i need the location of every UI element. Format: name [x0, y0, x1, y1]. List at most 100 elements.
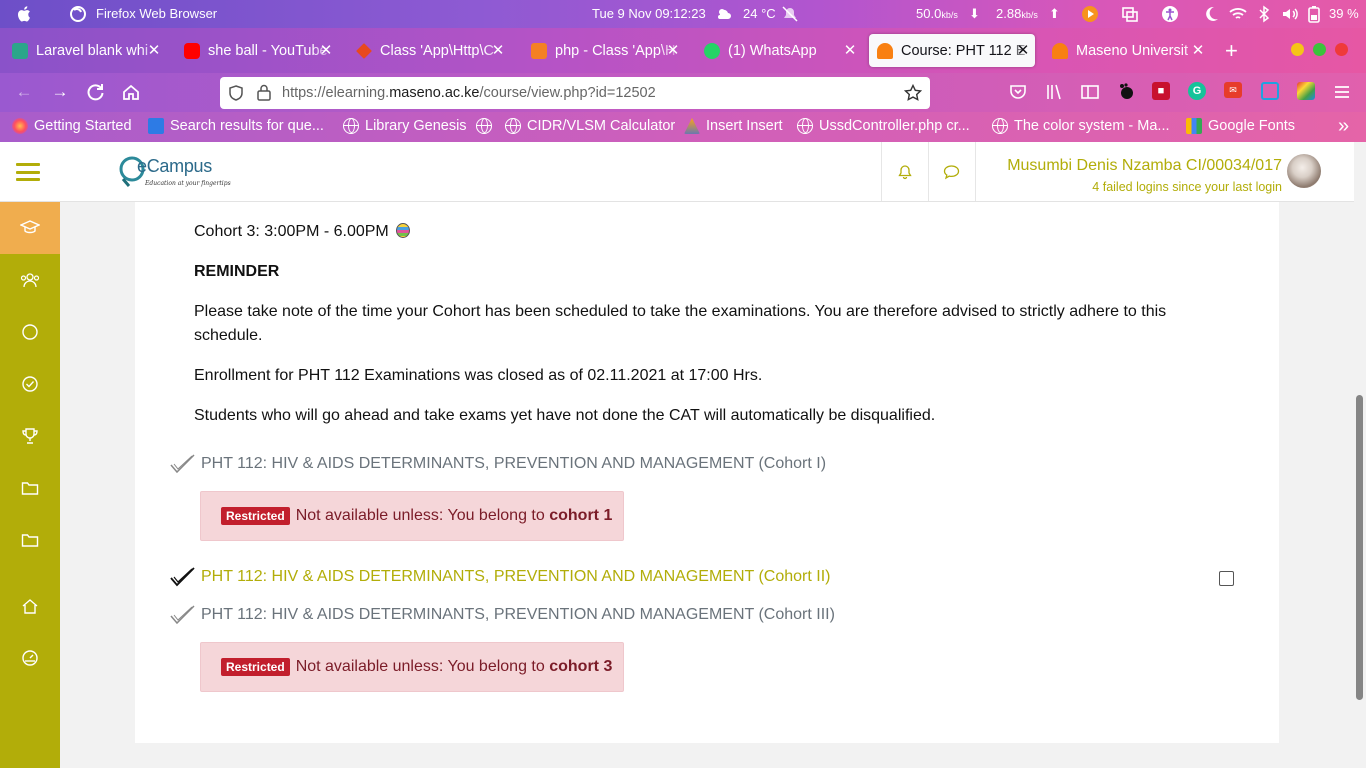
- grammarly-icon[interactable]: G: [1188, 82, 1206, 100]
- screen-share-icon[interactable]: [1121, 5, 1139, 23]
- sidebar-item-dashboard[interactable]: [0, 632, 60, 684]
- home-icon[interactable]: [121, 82, 141, 102]
- bookmark-search-results[interactable]: Search results for que...: [148, 118, 324, 134]
- close-tab-icon[interactable]: ✕: [146, 41, 162, 59]
- bookmark-getting-started[interactable]: Getting Started: [12, 118, 132, 134]
- weather-text[interactable]: 24 °C: [743, 6, 776, 21]
- globe-icon: [797, 118, 813, 134]
- night-mode-icon[interactable]: [1202, 5, 1220, 23]
- notification-bell-icon[interactable]: [897, 164, 913, 180]
- schedule-note: Please take note of the time your Cohort…: [194, 303, 1167, 344]
- url-prefix: https://elearning.: [282, 85, 390, 101]
- battery-icon[interactable]: [1305, 5, 1323, 23]
- tab-youtube[interactable]: she ball - YouTube ✕: [176, 34, 338, 67]
- lock-icon[interactable]: [256, 84, 272, 101]
- sidebar-item-folder-2[interactable]: [0, 514, 60, 566]
- close-tab-icon[interactable]: ✕: [665, 41, 681, 59]
- bookmarks-overflow-icon[interactable]: »: [1338, 115, 1349, 138]
- sidebar-item-participants[interactable]: [0, 254, 60, 306]
- search-results-icon: [148, 118, 164, 134]
- battery-level[interactable]: 39 %: [1329, 6, 1359, 21]
- bookmark-library-genesis[interactable]: Library Genesis: [343, 118, 467, 134]
- restriction-notice-cohort-1: Restricted Not available unless: You bel…: [200, 491, 624, 541]
- sidebar-item-competencies[interactable]: [0, 358, 60, 410]
- media-play-icon[interactable]: [1081, 5, 1099, 23]
- apple-icon[interactable]: [16, 5, 34, 23]
- completion-checkbox[interactable]: [1219, 571, 1234, 586]
- wifi-icon[interactable]: [1229, 5, 1247, 23]
- sidebar-item-badges[interactable]: [0, 306, 60, 358]
- gnome-extension-icon[interactable]: [1116, 82, 1136, 102]
- close-tab-icon[interactable]: ✕: [490, 41, 506, 59]
- notifications-off-icon[interactable]: [781, 5, 799, 23]
- colorzilla-icon[interactable]: [1297, 82, 1315, 100]
- tab-whatsapp[interactable]: (1) WhatsApp ✕: [696, 34, 862, 67]
- restricted-badge: Restricted: [221, 507, 290, 525]
- bookmark-insert[interactable]: Insert Insert: [684, 118, 783, 134]
- folder-icon: [21, 482, 39, 495]
- sidebar-item-folder-1[interactable]: [0, 462, 60, 514]
- bookmark-label: UssdController.php cr...: [819, 118, 970, 134]
- bookmark-label: Library Genesis: [365, 118, 467, 134]
- maximize-button[interactable]: [1313, 43, 1326, 56]
- accessibility-icon[interactable]: [1161, 5, 1179, 23]
- bookmark-unnamed[interactable]: [476, 118, 498, 134]
- bookmark-color-system[interactable]: The color system - Ma...: [992, 118, 1170, 134]
- sidebar-toggle-icon[interactable]: [1080, 82, 1100, 102]
- back-icon[interactable]: ←: [14, 82, 34, 102]
- sidebar-item-grades[interactable]: [0, 410, 60, 462]
- volume-icon[interactable]: [1281, 5, 1299, 23]
- bluetooth-icon[interactable]: [1255, 5, 1273, 23]
- reload-icon[interactable]: [86, 82, 106, 102]
- folder-icon: [21, 534, 39, 547]
- extension-screen-icon[interactable]: [1261, 82, 1279, 100]
- failed-logins-notice: 4 failed logins since your last login: [1092, 180, 1282, 194]
- close-tab-icon[interactable]: ✕: [318, 41, 334, 59]
- tab-class-app-http[interactable]: Class 'App\Http\C ✕: [348, 34, 510, 67]
- tracking-protection-icon[interactable]: [228, 85, 244, 101]
- system-top-bar: Firefox Web Browser Tue 9 Nov 09:12:23 2…: [0, 0, 1366, 28]
- ecampus-logo[interactable]: eCampus Education at your fingertips: [119, 153, 231, 189]
- activity-cohort-3[interactable]: PHT 112: HIV & AIDS DETERMINANTS, PREVEN…: [170, 603, 835, 627]
- pma-icon: [684, 118, 700, 134]
- library-icon[interactable]: [1044, 82, 1064, 102]
- extension-mail-icon[interactable]: ✉: [1224, 82, 1242, 98]
- sidebar-item-home[interactable]: [0, 580, 60, 632]
- activity-cohort-1[interactable]: PHT 112: HIV & AIDS DETERMINANTS, PREVEN…: [170, 452, 826, 476]
- hamburger-menu-icon[interactable]: [16, 163, 40, 181]
- activity-title: PHT 112: HIV & AIDS DETERMINANTS, PREVEN…: [201, 455, 827, 472]
- tab-course-pht112[interactable]: Course: PHT 112 E ✕: [869, 34, 1035, 67]
- tab-stackoverflow[interactable]: php - Class 'App\H ✕: [523, 34, 685, 67]
- bookmark-google-fonts[interactable]: Google Fonts: [1186, 118, 1295, 134]
- messages-icon[interactable]: [943, 164, 960, 180]
- tab-laravel[interactable]: Laravel blank whi ✕: [4, 34, 166, 67]
- net-up-value: 2.88: [996, 6, 1022, 21]
- pocket-icon[interactable]: [1008, 82, 1028, 102]
- url-bar[interactable]: https://elearning.maseno.ac.ke/course/vi…: [220, 77, 930, 109]
- forward-icon[interactable]: →: [50, 82, 70, 102]
- new-tab-button[interactable]: +: [1225, 38, 1238, 64]
- sidebar-item-course[interactable]: [0, 202, 60, 254]
- url-text[interactable]: https://elearning.maseno.ac.ke/course/vi…: [282, 85, 656, 101]
- whatsapp-favicon-icon: [704, 42, 720, 59]
- date-time[interactable]: Tue 9 Nov 09:12:23: [592, 6, 706, 21]
- bookmark-cidr-calculator[interactable]: CIDR/VLSM Calculator: [505, 118, 675, 134]
- minimize-button[interactable]: [1291, 43, 1304, 56]
- close-tab-icon[interactable]: ✕: [842, 41, 858, 59]
- bookmark-ussdcontroller[interactable]: UssdController.php cr...: [797, 118, 970, 134]
- menu-icon[interactable]: [1332, 82, 1352, 102]
- close-window-button[interactable]: [1335, 43, 1348, 56]
- firefox-icon: [12, 118, 28, 134]
- user-name[interactable]: Musumbi Denis Nzamba CI/00034/017: [1007, 157, 1282, 175]
- net-down-rate: 50.0kb/s: [916, 6, 958, 21]
- scrollbar-thumb[interactable]: [1356, 395, 1363, 700]
- user-avatar[interactable]: [1287, 154, 1321, 188]
- close-tab-icon[interactable]: ✕: [1190, 41, 1206, 59]
- tab-maseno[interactable]: Maseno Universit ✕: [1044, 34, 1210, 67]
- app-name[interactable]: Firefox Web Browser: [96, 6, 217, 21]
- extension-red-icon[interactable]: ■: [1152, 82, 1170, 100]
- activity-cohort-2[interactable]: PHT 112: HIV & AIDS DETERMINANTS, PREVEN…: [170, 565, 830, 589]
- enrollment-notice: Enrollment for PHT 112 Examinations was …: [194, 367, 763, 384]
- close-tab-icon[interactable]: ✕: [1015, 41, 1031, 59]
- bookmark-star-icon[interactable]: [904, 84, 922, 102]
